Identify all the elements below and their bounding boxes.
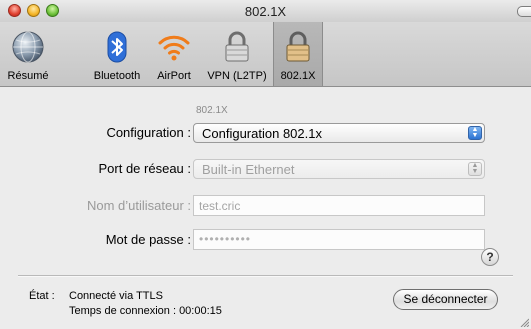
bluetooth-icon: [107, 31, 127, 63]
username-label: Nom d’utilisateur :: [86, 198, 191, 213]
toolbar-item-label: VPN (L2TP): [207, 70, 267, 82]
globe-icon: [12, 31, 44, 63]
toolbar-item-vpn[interactable]: VPN (L2TP): [202, 22, 272, 86]
password-field: ••••••••••: [193, 229, 485, 250]
lock-icon: [286, 31, 310, 62]
disconnect-button[interactable]: Se déconnecter: [393, 289, 498, 310]
password-label: Mot de passe :: [105, 232, 191, 247]
status-value: Connecté via TTLS: [69, 290, 163, 302]
configuration-popup[interactable]: Configuration 802.1x ▲ ▼: [193, 123, 485, 143]
toolbar-item-8021x[interactable]: 802.1X: [273, 22, 323, 86]
toolbar-item-airport[interactable]: AirPort: [150, 22, 198, 86]
divider: [18, 275, 513, 277]
port-popup: Built-in Ethernet ▲ ▼: [193, 159, 485, 179]
status-key: État :: [29, 290, 55, 302]
help-button[interactable]: ?: [481, 248, 499, 266]
title-bar[interactable]: 802.1X: [0, 0, 531, 23]
resize-grip-icon[interactable]: [519, 317, 529, 327]
toolbar-item-resume[interactable]: Résumé: [0, 22, 56, 86]
username-value: test.cric: [199, 199, 241, 213]
toolbar-item-label: 802.1X: [280, 70, 316, 82]
popup-arrows-icon: ▲ ▼: [468, 126, 482, 140]
port-value: Built-in Ethernet: [202, 162, 295, 177]
password-value: ••••••••••: [199, 232, 252, 246]
configuration-value: Configuration 802.1x: [202, 126, 322, 141]
window-title: 802.1X: [244, 4, 287, 19]
airport-icon: [158, 35, 190, 61]
toolbar-item-label: Bluetooth: [93, 70, 141, 82]
port-label: Port de réseau :: [98, 161, 192, 176]
toolbar-item-label: Résumé: [7, 70, 49, 82]
toolbar: Résumé Bluetooth AirPort VPN (L2TP) 802.…: [0, 22, 531, 87]
connection-time: Temps de connexion : 00:00:15: [69, 305, 222, 317]
section-caption: 802.1X: [196, 105, 228, 116]
toolbar-item-label: AirPort: [157, 70, 191, 82]
toolbar-toggle-button[interactable]: [517, 6, 531, 17]
toolbar-item-bluetooth[interactable]: Bluetooth: [84, 22, 150, 86]
configuration-label: Configuration :: [106, 125, 191, 140]
lock-icon: [225, 31, 249, 62]
window: 802.1X Résumé Bluetooth AirPort VPN (L2T…: [0, 0, 531, 329]
username-field: test.cric: [193, 195, 485, 216]
popup-arrows-icon: ▲ ▼: [468, 162, 482, 176]
